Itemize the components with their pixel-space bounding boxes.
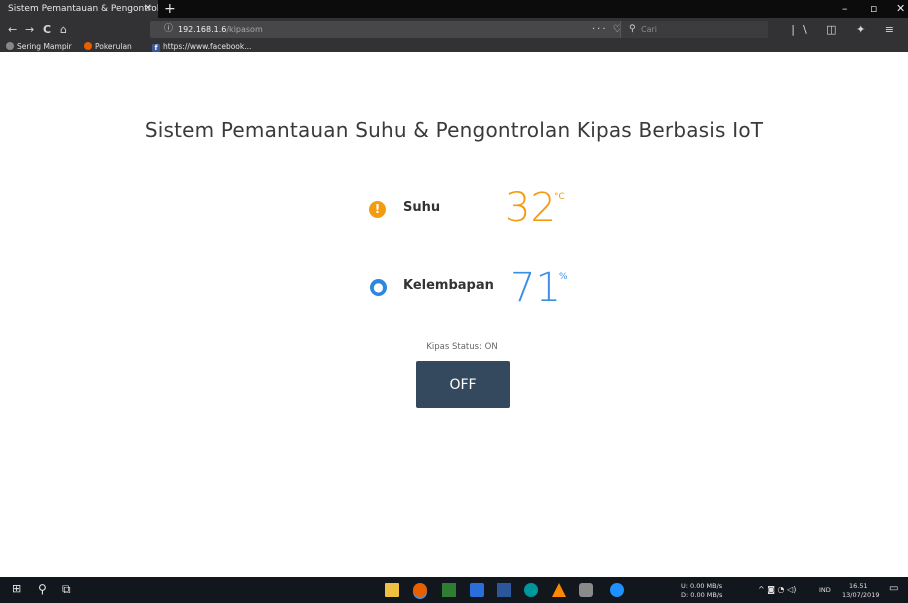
firefox-icon [84,42,92,50]
task-view-icon[interactable]: ⧉ [62,581,71,597]
word-icon[interactable] [497,583,511,597]
notifications-icon[interactable]: ▭ [889,581,898,597]
droplet-icon: ● [370,279,387,296]
url-text[interactable]: 192.168.1.6/kipasom [178,21,263,38]
humidity-label: Kelembapan [403,278,494,293]
temperature-value: 32 [505,185,556,231]
bookmark-item[interactable]: f https://www.facebook... [152,41,251,52]
close-window-icon[interactable]: ✕ [896,0,905,18]
facebook-icon: f [152,44,160,52]
toolbar-menu-icons[interactable]: |\ ◫ ✦ ≡ [791,23,902,37]
browser-tab-active[interactable]: Sistem Pemantauan & Pengontrol ✕ [0,0,158,18]
new-tab-button[interactable]: + [164,0,176,18]
search-input[interactable] [641,23,761,36]
humidity-value: 71 [510,265,561,311]
clock-time[interactable]: 16.51 [849,582,868,590]
site-info-icon[interactable]: ⓘ [164,21,173,38]
temperature-unit: °C [554,192,565,202]
file-explorer-icon[interactable] [385,583,399,597]
home-icon[interactable]: ⌂ [60,23,67,37]
address-bar[interactable]: ⓘ 192.168.1.6/kipasom ··· ♡ ☆ ⚲ [150,21,768,38]
clock-date[interactable]: 13/07/2019 [842,591,879,599]
search-icon: ⚲ [629,24,636,34]
tool-app-icon[interactable] [579,583,593,597]
arduino-icon[interactable] [524,583,538,597]
browser-navbar: ← → C ⌂ ⓘ 192.168.1.6/kipasom ··· ♡ ☆ ⚲ … [0,18,908,52]
browser-tab-bar: Sistem Pemantauan & Pengontrol ✕ + – ▫ ✕ [0,0,908,18]
minimize-icon[interactable]: – [842,0,848,18]
network-download-speed: D: 0.00 MB/s [681,591,723,599]
network-upload-speed: U: 0.00 MB/s [681,582,723,590]
firefox-icon[interactable] [413,583,427,597]
bookmark-item[interactable]: Pokerulan [84,41,132,52]
bookmarks-bar: Sering Mampir Pokerulan f https://www.fac… [0,41,908,52]
restore-icon[interactable]: ▫ [870,0,877,18]
vlc-icon[interactable] [552,583,566,597]
search-icon[interactable]: ⚲ [38,581,47,597]
reload-icon[interactable]: C [43,23,51,37]
checkmark-app-icon[interactable] [470,583,484,597]
page-title: Sistem Pemantauan Suhu & Pengontrolan Ki… [144,118,764,142]
start-icon[interactable]: ⊞ [12,581,21,597]
humidity-unit: % [559,272,568,282]
gear-icon [6,42,14,50]
nvidia-icon[interactable] [442,583,456,597]
forward-icon[interactable]: → [25,23,34,37]
temperature-label: Suhu [403,200,441,215]
language-indicator[interactable]: IND [819,586,831,594]
back-icon[interactable]: ← [8,23,17,37]
fan-toggle-button[interactable]: OFF [416,361,510,408]
bookmark-item[interactable]: Sering Mampir [6,41,72,52]
close-tab-icon[interactable]: ✕ [144,0,152,18]
edge-icon[interactable] [610,583,624,597]
thermometer-icon: ! [369,201,386,218]
search-box[interactable]: ⚲ [620,21,768,38]
fan-status-text: Kipas Status: ON [426,342,498,352]
tab-title: Sistem Pemantauan & Pengontrol [8,4,158,14]
windows-taskbar: ⊞ ⚲ ⧉ U: 0.00 MB/s D: 0.00 MB/s ^ ◙ ◔ ◁)… [0,577,908,603]
tray-icons[interactable]: ^ ◙ ◔ ◁) [758,586,796,594]
